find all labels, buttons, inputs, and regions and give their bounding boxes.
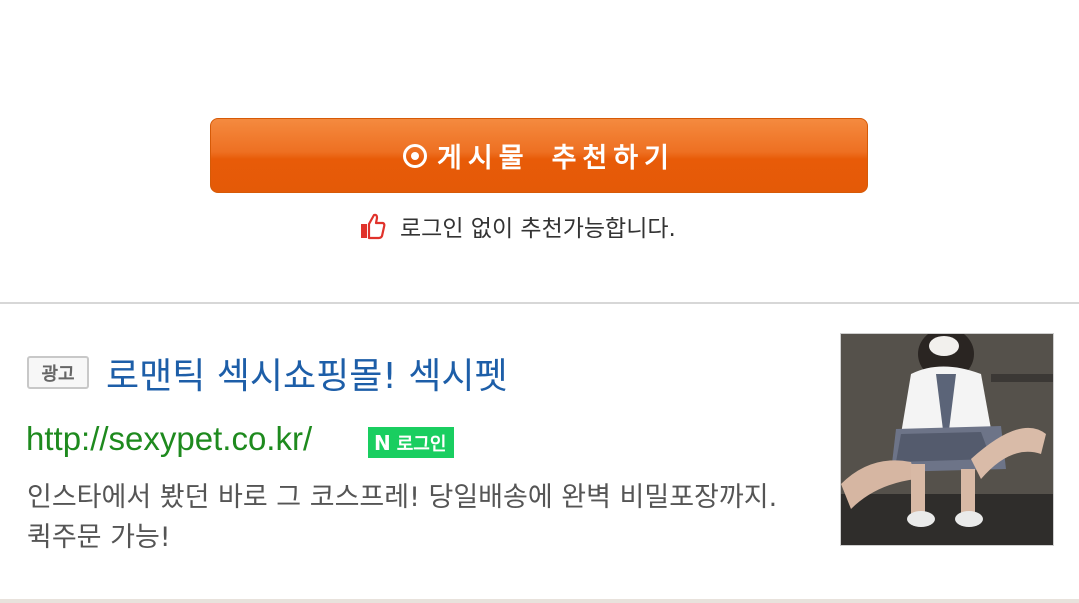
recommend-note-text: 로그인 없이 추천가능합니다.	[400, 216, 676, 242]
thumbs-up-icon	[361, 213, 386, 240]
naver-n-icon: N	[374, 430, 391, 455]
recommend-button[interactable]: 게시물 추천하기	[210, 118, 868, 193]
recommend-button-label: 게시물	[437, 143, 530, 174]
naver-login-badge[interactable]: N 로그인	[368, 427, 455, 458]
target-icon	[403, 143, 428, 168]
ad-thumbnail-image[interactable]	[840, 333, 1054, 546]
ad-badge: 광고	[27, 356, 89, 389]
recommend-button-label-2: 추천하기	[551, 143, 675, 174]
naver-login-label: 로그인	[396, 433, 447, 455]
divider	[0, 302, 1079, 304]
ad-description: 인스타에서 봤던 바로 그 코스프레! 당일배송에 완벽 비밀포장까지. 퀵주문…	[27, 482, 778, 553]
recommend-note: 로그인 없이 추천가능합니다.	[360, 210, 676, 242]
ad-url-link[interactable]: http://sexypet.co.kr/	[26, 420, 312, 458]
ad-title-link[interactable]: 로맨틱 섹시쇼핑몰! 섹시펫	[106, 347, 508, 399]
bottom-divider	[0, 599, 1079, 603]
ad-photo	[841, 334, 1053, 545]
